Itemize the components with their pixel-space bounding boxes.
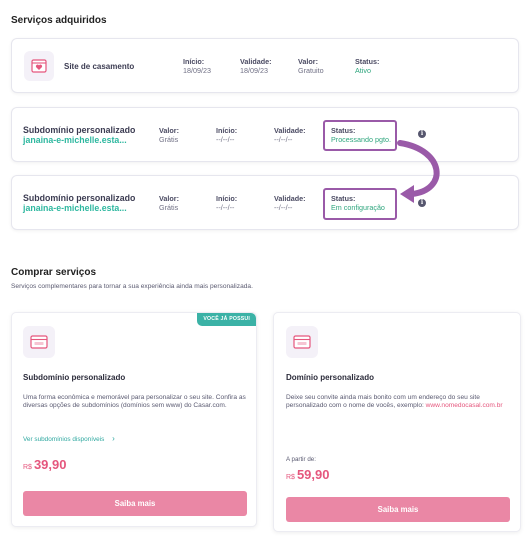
service-card-subdomain-processing[interactable]: Subdomínio personalizado janaina-e-miche…: [11, 107, 519, 162]
col-valor: Valor: Gratuito: [298, 57, 324, 75]
info-icon[interactable]: i: [418, 199, 426, 207]
col-inicio: Início: --/--/--: [216, 194, 238, 212]
col-valor: Valor: Grátis: [159, 194, 179, 212]
info-icon[interactable]: i: [418, 130, 426, 138]
service-card-site[interactable]: Site de casamento Início: 18/09/23 Valida…: [11, 38, 519, 93]
card-price: R$ 39,90: [23, 457, 67, 472]
service-name: Subdomínio personalizado: [23, 125, 136, 135]
buy-card-subdomain: VOCÊ JÁ POSSUI Subdomínio personalizado …: [11, 312, 257, 527]
col-validade: Validade: 18/09/23: [240, 57, 272, 75]
price-from-label: A partir de:: [286, 456, 316, 463]
card-description: Deixe seu convite ainda mais bonito com …: [286, 394, 503, 410]
buy-card-domain: Domínio personalizado Deixe seu convite …: [273, 312, 521, 532]
example-domain-text: www.nomedocasal.com.br: [425, 402, 503, 410]
buy-section-subtitle: Serviços complementares para tornar a su…: [11, 283, 253, 290]
col-inicio: Início: 18/09/23: [183, 57, 211, 75]
col-valor: Valor: Grátis: [159, 126, 179, 144]
col-validade: Validade: --/--/--: [274, 194, 306, 212]
subdomain-link[interactable]: janaina-e-michelle.esta...: [23, 203, 127, 213]
card-title: Subdomínio personalizado: [23, 373, 126, 382]
card-title: Domínio personalizado: [286, 373, 375, 382]
subdomain-link[interactable]: janaina-e-michelle.esta...: [23, 135, 127, 145]
learn-more-button[interactable]: Saiba mais: [286, 497, 510, 522]
heart-window-icon: [24, 51, 54, 81]
buy-section-title: Comprar serviços: [11, 267, 97, 278]
card-description: Uma forma econômica e memorável para per…: [23, 394, 246, 410]
service-name: Site de casamento: [64, 62, 135, 71]
card-price: R$ 59,90: [286, 467, 330, 482]
status-highlight-box: [323, 120, 397, 151]
owned-badge: VOCÊ JÁ POSSUI: [197, 313, 256, 326]
acquired-section-title: Serviços adquiridos: [11, 15, 107, 26]
col-status: Status: Ativo: [355, 57, 380, 75]
chevron-right-icon: ›: [112, 434, 115, 443]
col-inicio: Início: --/--/--: [216, 126, 238, 144]
service-name: Subdomínio personalizado: [23, 193, 136, 203]
col-validade: Validade: --/--/--: [274, 126, 306, 144]
browser-window-icon: [286, 326, 318, 358]
learn-more-button[interactable]: Saiba mais: [23, 491, 247, 516]
view-subdomains-link[interactable]: Ver subdomínios disponíveis ›: [23, 434, 115, 443]
status-highlight-box: [323, 188, 397, 220]
browser-window-icon: [23, 326, 55, 358]
service-card-subdomain-configuring[interactable]: Subdomínio personalizado janaina-e-miche…: [11, 175, 519, 230]
